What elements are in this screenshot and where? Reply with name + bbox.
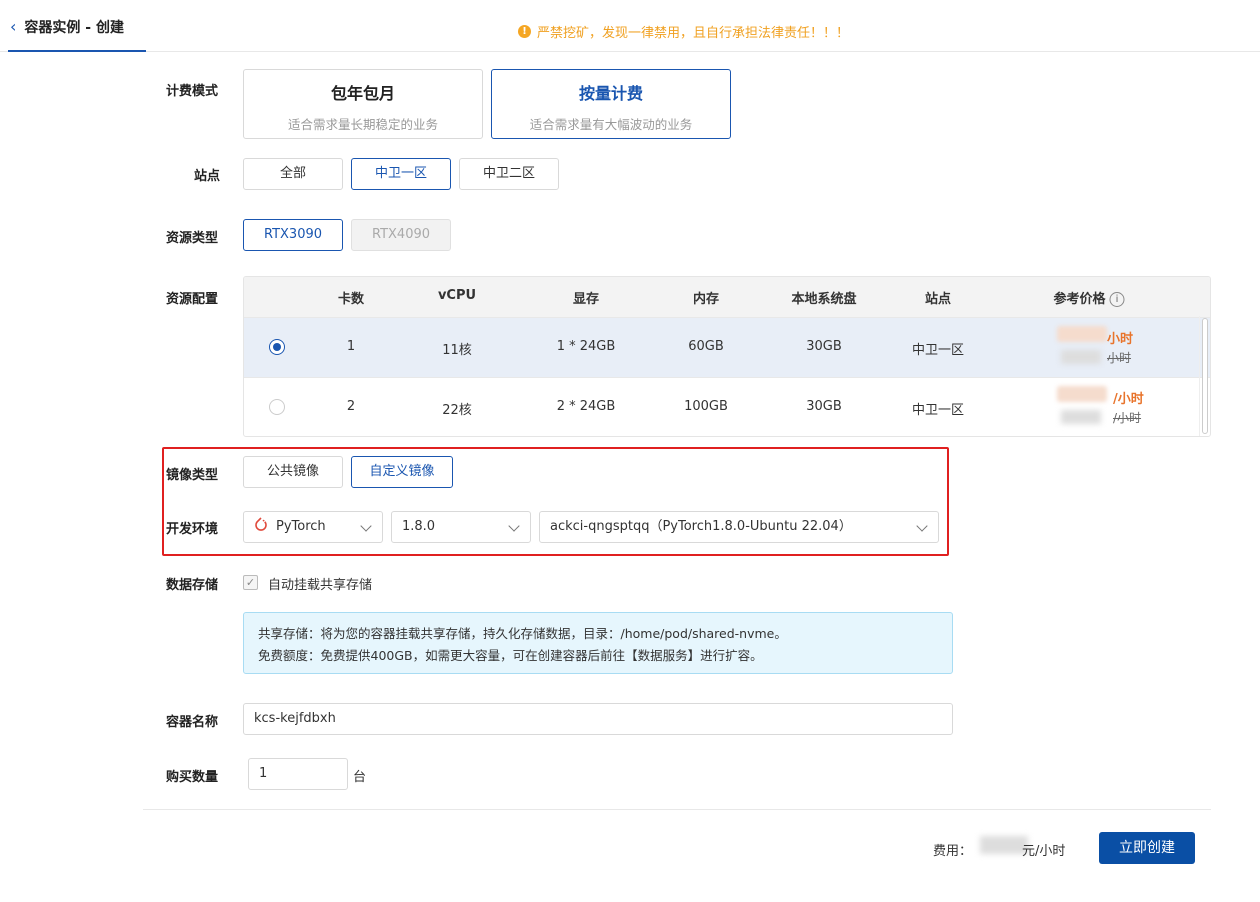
column-header-cards: 卡数 (337, 292, 365, 307)
chevron-down-icon (508, 520, 520, 532)
image-value: ackci-qngsptqq（PyTorch1.8.0-Ubuntu 22.04… (550, 519, 852, 534)
container-name-input[interactable]: kcs-kejfdbxh (243, 703, 953, 735)
billing-mode-label: 计费模式 (166, 84, 219, 99)
image-type-public[interactable]: 公共镜像 (243, 456, 343, 488)
cell-price: 小时 小时 (1057, 318, 1147, 378)
page-title: 容器实例 - 创建 (24, 20, 124, 36)
resource-type-rtx4090: RTX4090 (351, 219, 451, 251)
column-header-vcpu: vCPU (437, 288, 477, 303)
table-row[interactable]: 1 11核 1 * 24GB 60GB 30GB 中卫一区 小时 小时 (244, 317, 1210, 378)
billing-mode-desc: 适合需求量长期稳定的业务 (287, 117, 438, 132)
cell-memory: 100GB (684, 399, 728, 414)
price-redacted (1061, 350, 1101, 364)
cell-vcpu: 11核 (442, 343, 472, 358)
column-header-site: 站点 (924, 292, 952, 307)
fee-label: 费用： (933, 844, 973, 859)
quantity-unit: 台 (353, 770, 367, 785)
fee-redacted (980, 836, 1028, 854)
resource-config-label: 资源配置 (166, 292, 219, 307)
table-row[interactable]: 2 22核 2 * 24GB 100GB 30GB 中卫一区 /小时 /小时 (244, 377, 1210, 436)
cell-vram: 1 * 24GB (556, 339, 616, 354)
cell-memory: 60GB (688, 339, 724, 354)
fee-unit: 元/小时 (1022, 844, 1066, 859)
chevron-down-icon (916, 520, 928, 532)
image-type-custom[interactable]: 自定义镜像 (351, 456, 453, 488)
storage-info-line: 免费额度：免费提供400GB，如需更大容量，可在创建容器后前往【数据服务】进行扩… (258, 648, 763, 663)
billing-mode-desc: 适合需求量有大幅波动的业务 (529, 117, 693, 132)
container-name-label: 容器名称 (166, 715, 219, 730)
price-original: 小时 (1107, 351, 1132, 365)
billing-mode-title: 按量计费 (578, 84, 643, 103)
image-type-label: 镜像类型 (166, 468, 219, 483)
row-radio[interactable] (269, 399, 285, 415)
resource-config-table: 卡数 vCPU 显存 内存 本地系统盘 站点 参考价格 i 1 11核 1 * 2… (243, 276, 1211, 437)
price-header-text: 参考价格 (1053, 292, 1106, 307)
auto-mount-label[interactable]: 自动挂载共享存储 (268, 574, 372, 593)
dev-env-label: 开发环境 (166, 522, 219, 537)
framework-select[interactable]: PyTorch (243, 511, 383, 543)
auto-mount-checkbox[interactable]: ✓ (243, 575, 258, 590)
table-header: 卡数 vCPU 显存 内存 本地系统盘 站点 参考价格 i (244, 277, 1210, 317)
pytorch-flame-icon (255, 517, 267, 531)
site-option-zhongwei-2[interactable]: 中卫二区 (459, 158, 559, 190)
quantity-input[interactable]: 1 (248, 758, 348, 790)
scrollbar-thumb[interactable] (1202, 318, 1208, 434)
cell-vcpu: 22核 (442, 403, 472, 418)
chevron-left-icon: ‹ (10, 17, 17, 36)
cell-cards: 2 (346, 399, 356, 414)
storage-info-box: 共享存储：将为您的容器挂载共享存储，持久化存储数据，目录：/home/pod/s… (243, 612, 953, 674)
storage-info-line: 共享存储：将为您的容器挂载共享存储，持久化存储数据，目录：/home/pod/s… (258, 626, 787, 641)
row-radio[interactable] (269, 339, 285, 355)
column-header-vram: 显存 (572, 292, 600, 307)
cell-vram: 2 * 24GB (556, 399, 616, 414)
price-current: 小时 (1107, 332, 1134, 347)
mining-warning: ! 严禁挖矿，发现一律禁用，且自行承担法律责任！！！ (518, 22, 849, 41)
image-select[interactable]: ackci-qngsptqq（PyTorch1.8.0-Ubuntu 22.04… (539, 511, 939, 543)
column-header-memory: 内存 (692, 292, 720, 307)
site-label: 站点 (194, 169, 221, 184)
price-redacted (1057, 326, 1107, 342)
column-header-disk: 本地系统盘 (791, 292, 857, 307)
back-button[interactable]: ‹ 容器实例 - 创建 (10, 17, 124, 37)
top-bar: ‹ 容器实例 - 创建 ! 严禁挖矿，发现一律禁用，且自行承担法律责任！！！ (0, 0, 1260, 52)
create-now-button[interactable]: 立即创建 (1099, 832, 1195, 864)
cell-price: /小时 /小时 (1057, 378, 1147, 436)
cell-site: 中卫一区 (911, 403, 965, 418)
resource-type-rtx3090[interactable]: RTX3090 (243, 219, 343, 251)
version-select[interactable]: 1.8.0 (391, 511, 531, 543)
billing-mode-title: 包年包月 (330, 84, 395, 103)
chevron-down-icon (360, 520, 372, 532)
cell-site: 中卫一区 (911, 343, 965, 358)
price-original: /小时 (1113, 411, 1142, 425)
site-option-zhongwei-1[interactable]: 中卫一区 (351, 158, 451, 190)
data-storage-label: 数据存储 (166, 578, 219, 593)
price-redacted (1057, 386, 1107, 402)
price-current: /小时 (1113, 392, 1144, 407)
resource-type-label: 资源类型 (166, 231, 219, 246)
cell-cards: 1 (346, 339, 356, 354)
column-header-price: 参考价格 i (1053, 288, 1125, 307)
cell-disk: 30GB (806, 399, 842, 414)
warning-text: 严禁挖矿，发现一律禁用，且自行承担法律责任！！！ (537, 26, 850, 41)
active-tab-underline (8, 50, 146, 52)
exclamation-circle-icon: ! (518, 25, 531, 38)
billing-mode-pay-as-you-go[interactable]: 按量计费 适合需求量有大幅波动的业务 (491, 69, 731, 139)
framework-value: PyTorch (276, 519, 326, 534)
info-icon[interactable]: i (1109, 292, 1125, 307)
footer-divider (143, 809, 1211, 810)
billing-mode-monthly[interactable]: 包年包月 适合需求量长期稳定的业务 (243, 69, 483, 139)
price-redacted (1061, 410, 1101, 424)
cell-disk: 30GB (806, 339, 842, 354)
table-scrollbar[interactable] (1199, 316, 1209, 436)
site-option-all[interactable]: 全部 (243, 158, 343, 190)
version-value: 1.8.0 (402, 519, 436, 534)
purchase-qty-label: 购买数量 (166, 770, 219, 785)
